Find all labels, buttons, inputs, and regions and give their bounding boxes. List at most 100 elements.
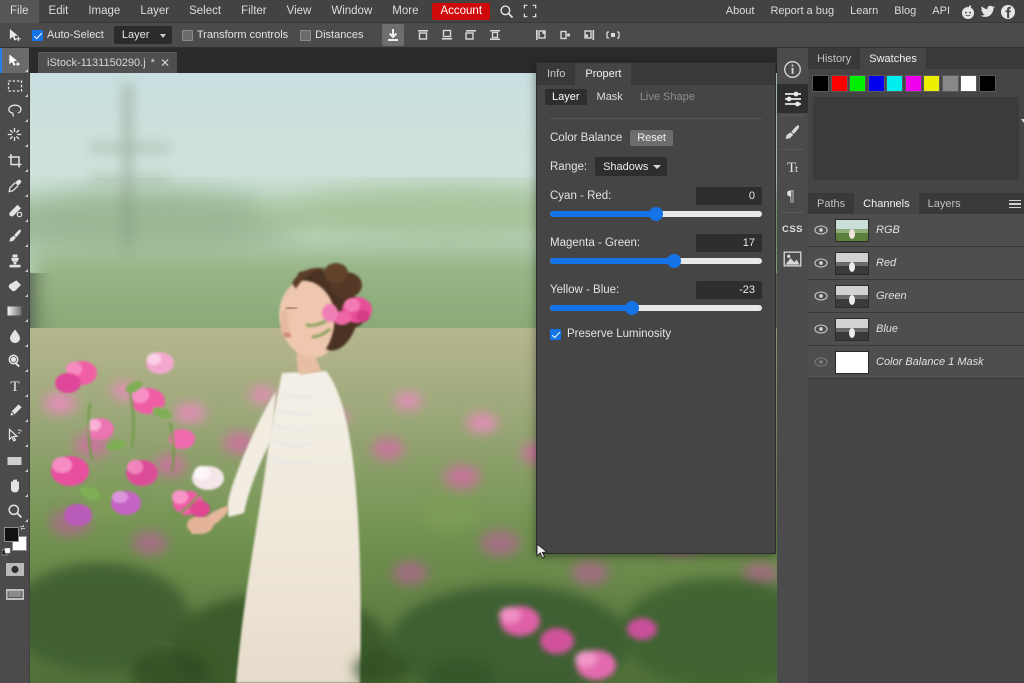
brush-settings-icon[interactable] — [777, 118, 808, 147]
eraser-tool[interactable] — [0, 273, 29, 298]
distances-check-box[interactable] — [300, 29, 312, 41]
align-horizontal-center-icon[interactable] — [554, 24, 576, 46]
menu-item-view[interactable]: View — [277, 0, 322, 23]
crop-tool[interactable] — [0, 148, 29, 173]
slider-track[interactable] — [550, 254, 762, 268]
lasso-tool[interactable] — [0, 98, 29, 123]
eye-icon[interactable] — [814, 357, 828, 367]
image-icon[interactable] — [777, 244, 808, 273]
move-tool-icon[interactable] — [4, 24, 26, 46]
slider-knob[interactable] — [624, 301, 639, 315]
color-swatch[interactable] — [941, 75, 959, 92]
properties-subtab-mask[interactable]: Mask — [590, 89, 630, 105]
distribute-vertical-icon[interactable] — [484, 24, 506, 46]
slider-track[interactable] — [550, 207, 762, 221]
eye-icon[interactable] — [814, 324, 828, 334]
menu-link-api[interactable]: API — [924, 0, 958, 23]
channel-row[interactable]: Blue — [808, 313, 1024, 346]
move-tool[interactable] — [0, 48, 29, 73]
align-download-icon[interactable] — [382, 24, 405, 46]
menu-item-select[interactable]: Select — [179, 0, 231, 23]
shape-tool[interactable] — [0, 448, 29, 473]
dock-tab-channels[interactable]: Channels — [854, 193, 919, 214]
menu-item-more[interactable]: More — [382, 0, 428, 23]
color-swatch[interactable] — [978, 75, 996, 92]
swap-colors-icon[interactable] — [19, 524, 26, 531]
color-swatch[interactable] — [904, 75, 922, 92]
channel-row[interactable]: Color Balance 1 Mask — [808, 346, 1024, 379]
color-swatch[interactable] — [867, 75, 885, 92]
menu-link-learn[interactable]: Learn — [842, 0, 886, 23]
menu-link-blog[interactable]: Blog — [886, 0, 924, 23]
transform-controls-check-box[interactable] — [181, 29, 193, 41]
clone-stamp-tool[interactable] — [0, 248, 29, 273]
default-colors-icon[interactable] — [2, 548, 11, 557]
slider-value-field[interactable]: 17 — [696, 234, 762, 252]
swatches-area[interactable] — [813, 97, 1024, 180]
align-top-icon[interactable] — [412, 24, 434, 46]
brush-tool[interactable] — [0, 223, 29, 248]
hand-tool[interactable] — [0, 473, 29, 498]
auto-select-checkbox[interactable]: Auto-Select — [32, 29, 104, 41]
eye-icon[interactable] — [814, 225, 828, 235]
auto-select-check-box[interactable] — [32, 29, 43, 41]
css-icon[interactable]: CSS — [777, 215, 808, 244]
slider-value-field[interactable]: 0 — [696, 187, 762, 205]
channel-row[interactable]: RGB — [808, 214, 1024, 247]
align-vertical-center-icon[interactable] — [436, 24, 458, 46]
quick-mask-icon[interactable] — [0, 557, 29, 582]
search-icon[interactable] — [494, 0, 518, 23]
channel-row[interactable]: Green — [808, 280, 1024, 313]
gradient-tool[interactable] — [0, 298, 29, 323]
slider-value-field[interactable]: -23 — [696, 281, 762, 299]
eye-icon[interactable] — [814, 258, 828, 268]
range-select[interactable]: Shadows — [595, 157, 668, 176]
magic-wand-tool[interactable] — [0, 123, 29, 148]
zoom-tool[interactable] — [0, 498, 29, 523]
menu-item-edit[interactable]: Edit — [39, 0, 79, 23]
pen-tool[interactable] — [0, 398, 29, 423]
menu-item-file[interactable]: File — [0, 0, 39, 23]
twitter-icon[interactable] — [978, 0, 998, 23]
menu-item-layer[interactable]: Layer — [130, 0, 179, 23]
align-bottom-icon[interactable] — [460, 24, 482, 46]
eye-icon[interactable] — [814, 291, 828, 301]
color-swatch[interactable] — [849, 75, 866, 92]
dock-tab-history[interactable]: History — [808, 48, 860, 69]
align-left-icon[interactable] — [530, 24, 552, 46]
screen-mode-icon[interactable] — [0, 582, 29, 607]
slider-knob[interactable] — [667, 254, 682, 268]
slider-knob[interactable] — [649, 207, 663, 221]
properties-tab-info[interactable]: Info — [537, 63, 575, 85]
paragraph-icon[interactable]: ¶ — [777, 181, 808, 210]
adjustments-sliders-icon[interactable] — [777, 84, 808, 113]
layer-scope-select[interactable]: Layer — [113, 26, 172, 44]
color-swatch[interactable] — [830, 75, 848, 92]
menu-item-window[interactable]: Window — [321, 0, 382, 23]
color-swatch[interactable] — [923, 75, 940, 92]
menu-item-filter[interactable]: Filter — [231, 0, 277, 23]
healing-brush-tool[interactable] — [0, 198, 29, 223]
menu-link-about[interactable]: About — [718, 0, 763, 23]
type-tool[interactable]: T — [0, 373, 29, 398]
account-button[interactable]: Account — [432, 2, 491, 20]
color-swatches[interactable] — [0, 523, 29, 557]
reddit-icon[interactable] — [958, 0, 978, 23]
distribute-horizontal-icon[interactable] — [602, 24, 624, 46]
character-type-icon[interactable]: Tt — [777, 152, 808, 181]
close-icon[interactable]: ✕ — [160, 57, 170, 69]
menu-item-image[interactable]: Image — [78, 0, 130, 23]
color-swatch[interactable] — [812, 75, 829, 92]
distances-checkbox[interactable]: Distances — [300, 29, 363, 41]
preserve-luminosity-check-box[interactable] — [550, 328, 561, 340]
menu-link-report-a-bug[interactable]: Report a bug — [762, 0, 842, 23]
foreground-color-swatch[interactable] — [4, 527, 19, 542]
panel-menu-icon[interactable] — [1009, 198, 1021, 211]
properties-tab-propert[interactable]: Propert — [575, 63, 632, 85]
dock-tab-swatches[interactable]: Swatches — [860, 48, 926, 69]
eyedropper-tool[interactable] — [0, 173, 29, 198]
transform-controls-checkbox[interactable]: Transform controls — [181, 29, 288, 41]
info-icon[interactable] — [777, 55, 808, 84]
dodge-tool[interactable] — [0, 348, 29, 373]
document-tab[interactable]: iStock-1131150290.j * ✕ — [38, 52, 178, 73]
